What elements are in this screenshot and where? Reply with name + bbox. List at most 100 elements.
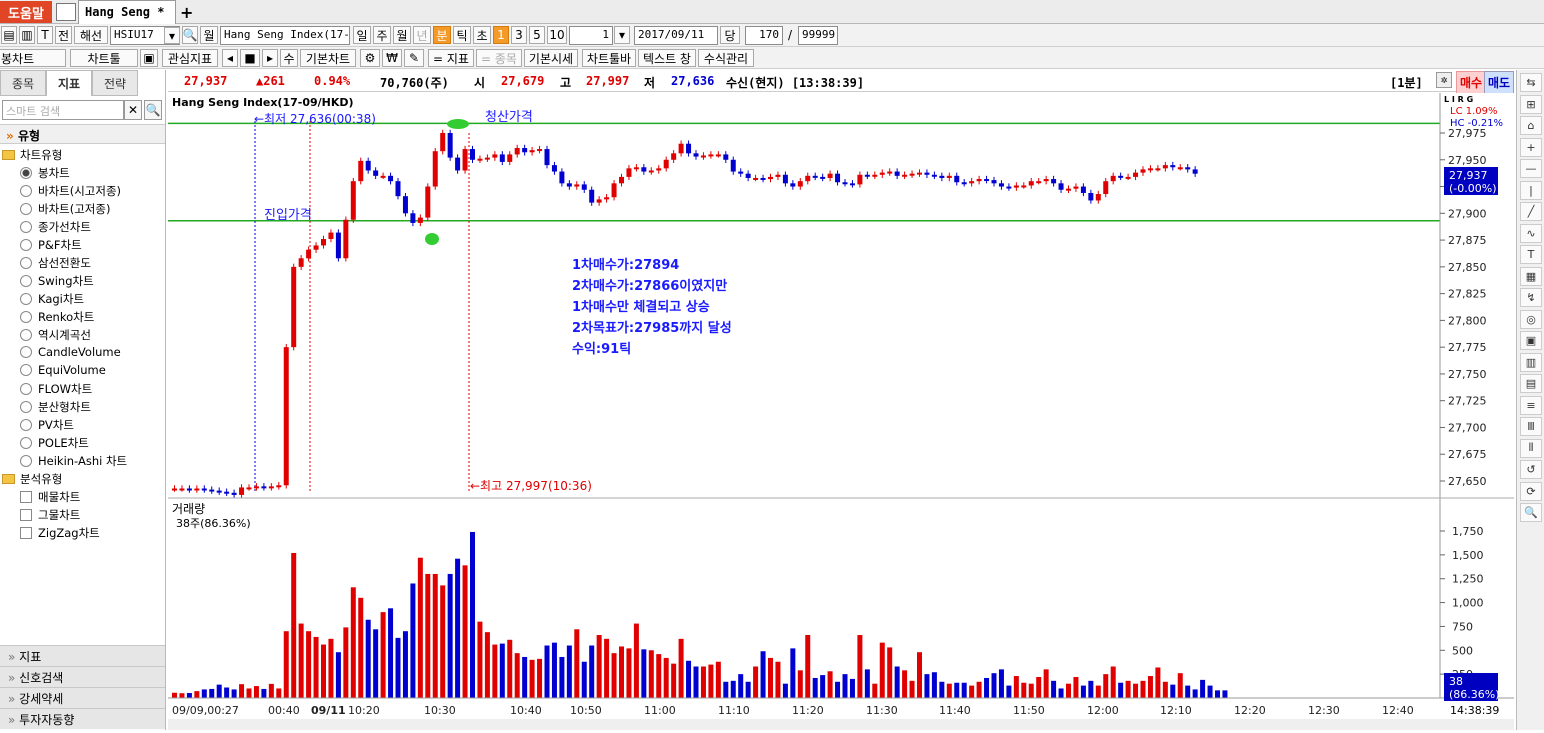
section-header-type[interactable]: » 유형 [0,124,165,144]
hline-icon[interactable]: — [1520,159,1542,178]
fav-indicators-button[interactable]: 관심지표 [162,49,218,67]
columns-icon[interactable]: ⫴ [1520,438,1542,458]
chart-type-option[interactable]: 바차트(시고저종) [20,183,121,199]
menu-strength[interactable]: » 강세약세 [0,687,165,708]
chart-type-option[interactable]: 바차트(고저종) [20,201,110,217]
analysis-type-option[interactable]: 매물차트 [20,489,80,505]
grid-icon[interactable]: ⊞ [1520,94,1542,114]
folder-chart-type[interactable]: 차트유형 [2,147,62,163]
period-month[interactable]: 월 [393,26,411,44]
zoom-icon[interactable]: 🔍 [1520,503,1542,522]
current-button[interactable]: 당 [720,26,740,44]
sell-button[interactable]: 매도 [1484,71,1515,94]
target-icon[interactable]: ◎ [1520,309,1542,329]
list-icon[interactable]: ▤ [1520,374,1542,393]
signal-icon[interactable]: ↯ [1520,288,1542,307]
chart-type-option[interactable]: PV차트 [20,417,74,433]
monthly-button[interactable]: 월 [200,26,218,44]
basic-chart-button[interactable]: 기본차트 [300,49,356,67]
chart-type-option[interactable]: Renko차트 [20,309,94,325]
chart-type-option[interactable]: 역시계곡선 [20,327,91,343]
layout2-icon[interactable]: ▥ [19,26,35,44]
interval-5[interactable]: 5 [529,26,545,44]
front-month-button[interactable]: 전 [55,26,72,44]
save-icon[interactable]: ▣ [140,49,158,67]
buy-button[interactable]: 매수 [1456,71,1487,94]
chart-type-option[interactable]: CandleVolume [20,345,121,359]
refresh-icon[interactable]: ⟳ [1520,481,1542,501]
period-second[interactable]: 초 [473,26,491,44]
period-week[interactable]: 주 [373,26,391,44]
fill-icon[interactable]: ▦ [1520,266,1542,286]
chart-type-option[interactable]: FLOW차트 [20,381,92,397]
chart-type-option[interactable]: EquiVolume [20,363,106,377]
period-tick[interactable]: 틱 [453,26,471,44]
trendline-icon[interactable]: ╱ [1520,202,1542,221]
chart-type-option[interactable]: 분산형차트 [20,399,91,415]
chart-svg[interactable]: Hang Seng Index(17-09/HKD) ←최저 27,636(00… [168,93,1514,730]
count-input[interactable]: 170 [745,26,783,45]
help-button[interactable]: 도움말 [0,1,52,23]
settings-icon[interactable]: ⚙ [360,49,380,67]
analysis-type-option[interactable]: ZigZag차트 [20,525,100,541]
chart-tools-button[interactable]: 차트툴 [70,49,138,67]
swap-icon[interactable]: ⇆ [1520,73,1542,92]
eq-item-button[interactable]: = 종목 [476,49,522,67]
chart-type-option[interactable]: Heikin-Ashi 차트 [20,453,127,469]
chart-type-option[interactable]: 봉차트 [20,165,70,181]
date-input[interactable]: 2017/09/11 [634,26,718,45]
clear-search-icon[interactable]: ✕ [124,100,142,120]
gear-icon[interactable]: ✲ [1436,72,1452,88]
chart-type-option[interactable]: P&F차트 [20,237,82,253]
home-icon[interactable]: ⌂ [1520,116,1542,135]
menu-signal-search[interactable]: » 신호검색 [0,666,165,687]
analysis-type-option[interactable]: 그물차트 [20,507,80,523]
code-dropdown-icon[interactable]: ▾ [164,27,180,44]
axis-options-lrg[interactable]: L I R G [1444,95,1473,104]
currency-button[interactable]: ₩ [382,49,402,67]
auto-icon[interactable]: ∿ [1520,223,1542,243]
interval-input[interactable]: 1 [569,26,613,45]
chart-type-option[interactable]: Swing차트 [20,273,94,289]
num-button[interactable]: 수 [280,49,298,67]
vline-icon[interactable]: | [1520,180,1542,200]
tab-indicators[interactable]: 지표 [46,70,92,96]
panel-icon[interactable]: ▥ [1520,352,1542,372]
folder-analysis-type[interactable]: 분석유형 [2,471,62,487]
menu-investor-trend[interactable]: » 투자자동향 [0,708,165,729]
period-year[interactable]: 년 [413,26,431,44]
text-window-button[interactable]: 텍스트 창 [638,49,696,67]
basic-quote-button[interactable]: 기본시세 [524,49,578,67]
chart-type-option[interactable]: Kagi차트 [20,291,84,307]
period-minute[interactable]: 분 [433,26,451,44]
search-icon[interactable]: 🔍 [182,26,198,44]
layout-icon[interactable]: ▤ [1,26,17,44]
chart-type-option[interactable]: 삼선전환도 [20,255,91,271]
text-mode-icon[interactable]: T [37,26,53,44]
wrench-icon[interactable]: ✎ [404,49,424,67]
chart-toolbar-button[interactable]: 차트툴바 [582,49,636,67]
horizontal-scrollbar[interactable] [168,719,1514,730]
interval-10[interactable]: 10 [547,26,567,44]
lines-icon[interactable]: ≡ [1520,395,1542,415]
candle-chart-button[interactable]: 봉차트 [0,49,66,67]
scroll-right-icon[interactable]: ▸ [262,49,278,67]
smart-search-input[interactable]: 스마트 검색 [2,100,124,120]
chart-area[interactable]: Hang Seng Index(17-09/HKD) ←최저 27,636(00… [168,93,1514,730]
tab-items[interactable]: 종목 [0,70,46,96]
max-count-input[interactable]: 99999 [798,26,838,45]
menu-indicators[interactable]: » 지표 [0,645,165,666]
stop-icon[interactable]: ■ [240,49,260,67]
search-icon[interactable]: 🔍 [144,100,162,120]
add-tab-button[interactable]: + [180,3,193,22]
interval-dropdown-icon[interactable]: ▾ [614,26,630,44]
chart-type-option[interactable]: 종가선차트 [20,219,91,235]
interval-1[interactable]: 1 [493,26,509,44]
scroll-left-icon[interactable]: ◂ [222,49,238,67]
tab-hang-seng[interactable]: Hang Seng * [78,0,176,24]
chart-type-option[interactable]: POLE차트 [20,435,89,451]
undo-icon[interactable]: ↺ [1520,460,1542,479]
bars-icon[interactable]: Ⅲ [1520,417,1542,436]
tab-strategy[interactable]: 전략 [92,70,138,96]
eq-indicator-button[interactable]: = 지표 [428,49,474,67]
